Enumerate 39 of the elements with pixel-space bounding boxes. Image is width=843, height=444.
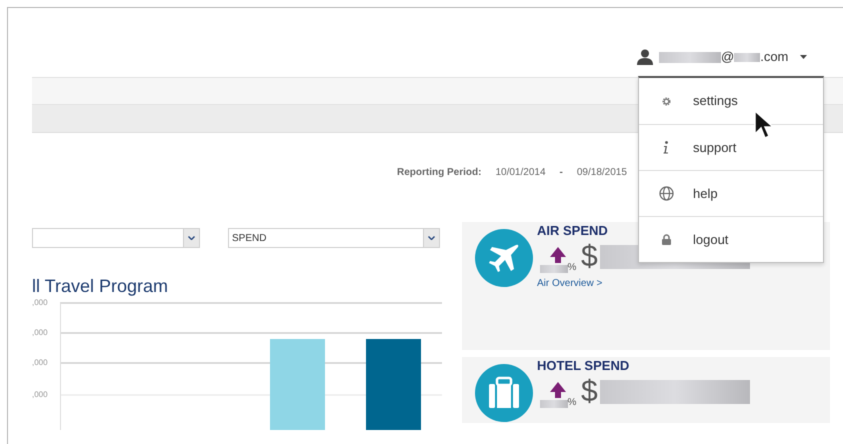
up-arrow-icon: [550, 382, 566, 398]
period-end: 09/18/2015: [576, 166, 627, 180]
airplane-icon: [475, 229, 533, 287]
account-menu-toggle[interactable]: @ .com: [637, 47, 808, 67]
percent-sign: %: [568, 263, 576, 273]
info-icon: [663, 141, 669, 154]
menu-item[interactable]: settings: [639, 78, 823, 124]
redacted-text: [540, 400, 568, 408]
card-title: AIR SPEND: [537, 222, 609, 239]
axis-label: ,000: [32, 327, 48, 339]
currency-symbol: $: [581, 241, 598, 273]
card-title: HOTEL SPEND: [537, 357, 630, 374]
user-icon: [637, 49, 653, 65]
axis-label: ,000: [32, 389, 48, 401]
globe-icon: [658, 186, 674, 201]
redacted-text: [659, 52, 721, 62]
chevron-icon: [188, 236, 195, 240]
period-label: Reporting Period:: [397, 166, 482, 180]
email-domain: .com: [760, 48, 788, 66]
percent-sign: %: [568, 398, 576, 408]
chart-title: ll Travel Program: [32, 275, 168, 297]
currency-symbol: $: [581, 376, 598, 408]
axis-label: ,000: [32, 357, 48, 369]
lock-icon: [662, 234, 670, 245]
settings-icon: [660, 96, 672, 106]
axis-label: ,000: [32, 297, 48, 309]
email-at-sign: @: [721, 48, 734, 66]
period-separator: -: [560, 166, 563, 180]
overview-link[interactable]: Air Overview >: [537, 273, 750, 291]
chevron-icon: [428, 236, 435, 240]
up-arrow-icon: [550, 247, 566, 263]
redacted-text: [540, 265, 568, 273]
filter-dropdown[interactable]: [32, 228, 200, 248]
menu-item[interactable]: logout: [639, 216, 823, 262]
caret-icon: [800, 55, 808, 59]
redacted-text: [734, 52, 760, 62]
menu-item[interactable]: help: [639, 170, 823, 216]
period-start: 10/01/2014: [495, 166, 546, 180]
filter-dropdown[interactable]: SPEND: [228, 228, 440, 248]
